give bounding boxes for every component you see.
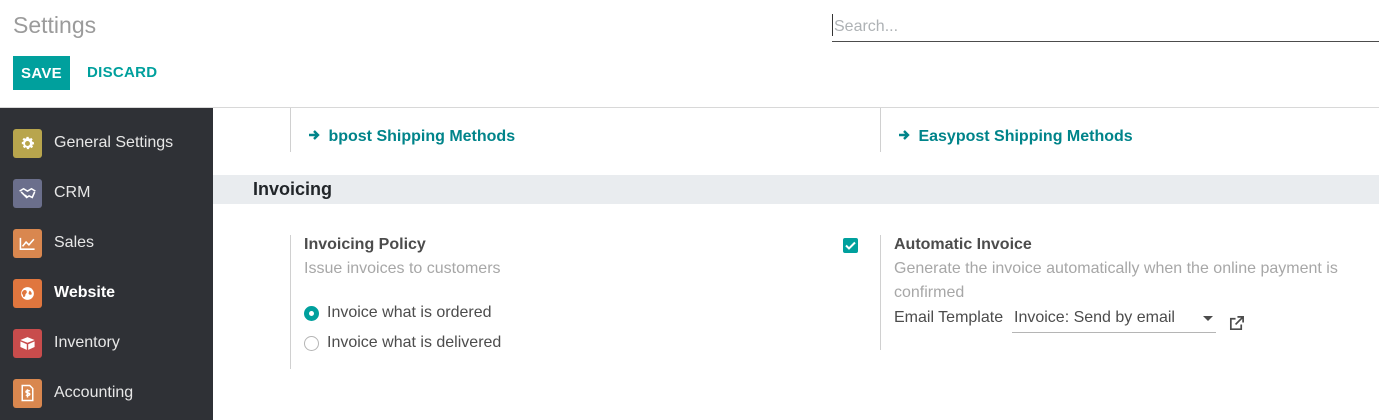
bpost-shipping-methods-link[interactable]: bpost Shipping Methods (308, 128, 515, 146)
globe-icon (13, 278, 42, 308)
external-link-icon[interactable] (1228, 315, 1246, 333)
search-input[interactable] (832, 12, 1379, 42)
section-header (213, 175, 1379, 204)
sidebar-item-sales[interactable]: Sales (0, 218, 213, 268)
radio-invoice-delivered[interactable]: Invoice what is delivered (304, 333, 501, 353)
save-button[interactable]: SAVE (13, 56, 70, 90)
text-caret (832, 14, 833, 36)
automatic-invoice-title: Automatic Invoice (894, 236, 1032, 253)
sidebar-item-website[interactable]: Website (0, 268, 213, 318)
setting-box-divider (290, 235, 291, 369)
sidebar-item-label: CRM (54, 184, 91, 201)
invoicing-policy-title: Invoicing Policy (304, 236, 426, 253)
radio-label: Invoice what is ordered (327, 304, 492, 321)
invoicing-policy-description: Issue invoices to customers (304, 260, 501, 277)
email-template-label: Email Template (894, 309, 1004, 326)
section-title-invoicing: Invoicing (253, 179, 333, 199)
radio-label: Invoice what is delivered (327, 334, 502, 351)
link-label: Easypost Shipping Methods (918, 128, 1133, 145)
sidebar-item-label: Website (54, 284, 116, 301)
invoice-dollar-icon (13, 378, 42, 408)
select-value: Invoice: Send by email (1014, 309, 1175, 326)
setting-box-divider (880, 235, 881, 350)
gear-icon (13, 128, 42, 158)
arrow-right-icon (308, 128, 324, 145)
discard-button[interactable]: DISCARD (87, 56, 157, 90)
sidebar-item-accounting[interactable]: Accounting (0, 368, 213, 418)
caret-down-icon (1203, 316, 1213, 321)
setting-box-divider (880, 108, 881, 152)
radio-button-unchecked[interactable] (304, 335, 319, 351)
settings-sidebar: General Settings CRM Sales Website Inven… (0, 108, 213, 420)
setting-box-divider (290, 108, 291, 152)
sidebar-item-general-settings[interactable]: General Settings (0, 118, 213, 168)
page-title: Settings (13, 12, 97, 38)
sidebar-item-label: Inventory (54, 334, 120, 351)
radio-button-checked[interactable] (304, 305, 319, 321)
link-label: bpost Shipping Methods (328, 128, 516, 145)
email-template-select[interactable]: Invoice: Send by email (1012, 306, 1216, 333)
radio-invoice-ordered[interactable]: Invoice what is ordered (304, 303, 492, 323)
arrow-right-icon (898, 128, 914, 145)
sidebar-item-label: Sales (54, 234, 95, 251)
sidebar-item-label: Accounting (54, 384, 134, 401)
handshake-icon (13, 178, 42, 208)
sidebar-item-label: General Settings (54, 134, 174, 151)
check-icon (845, 241, 856, 250)
automatic-invoice-checkbox[interactable] (843, 238, 858, 253)
sidebar-item-crm[interactable]: CRM (0, 168, 213, 218)
easypost-shipping-methods-link[interactable]: Easypost Shipping Methods (898, 128, 1133, 146)
box-icon (13, 328, 42, 358)
sidebar-item-inventory[interactable]: Inventory (0, 318, 213, 368)
chart-trend-icon (13, 228, 42, 258)
automatic-invoice-description: Generate the invoice automatically when … (894, 260, 1338, 301)
control-panel: Settings SAVE DISCARD (0, 0, 1379, 108)
